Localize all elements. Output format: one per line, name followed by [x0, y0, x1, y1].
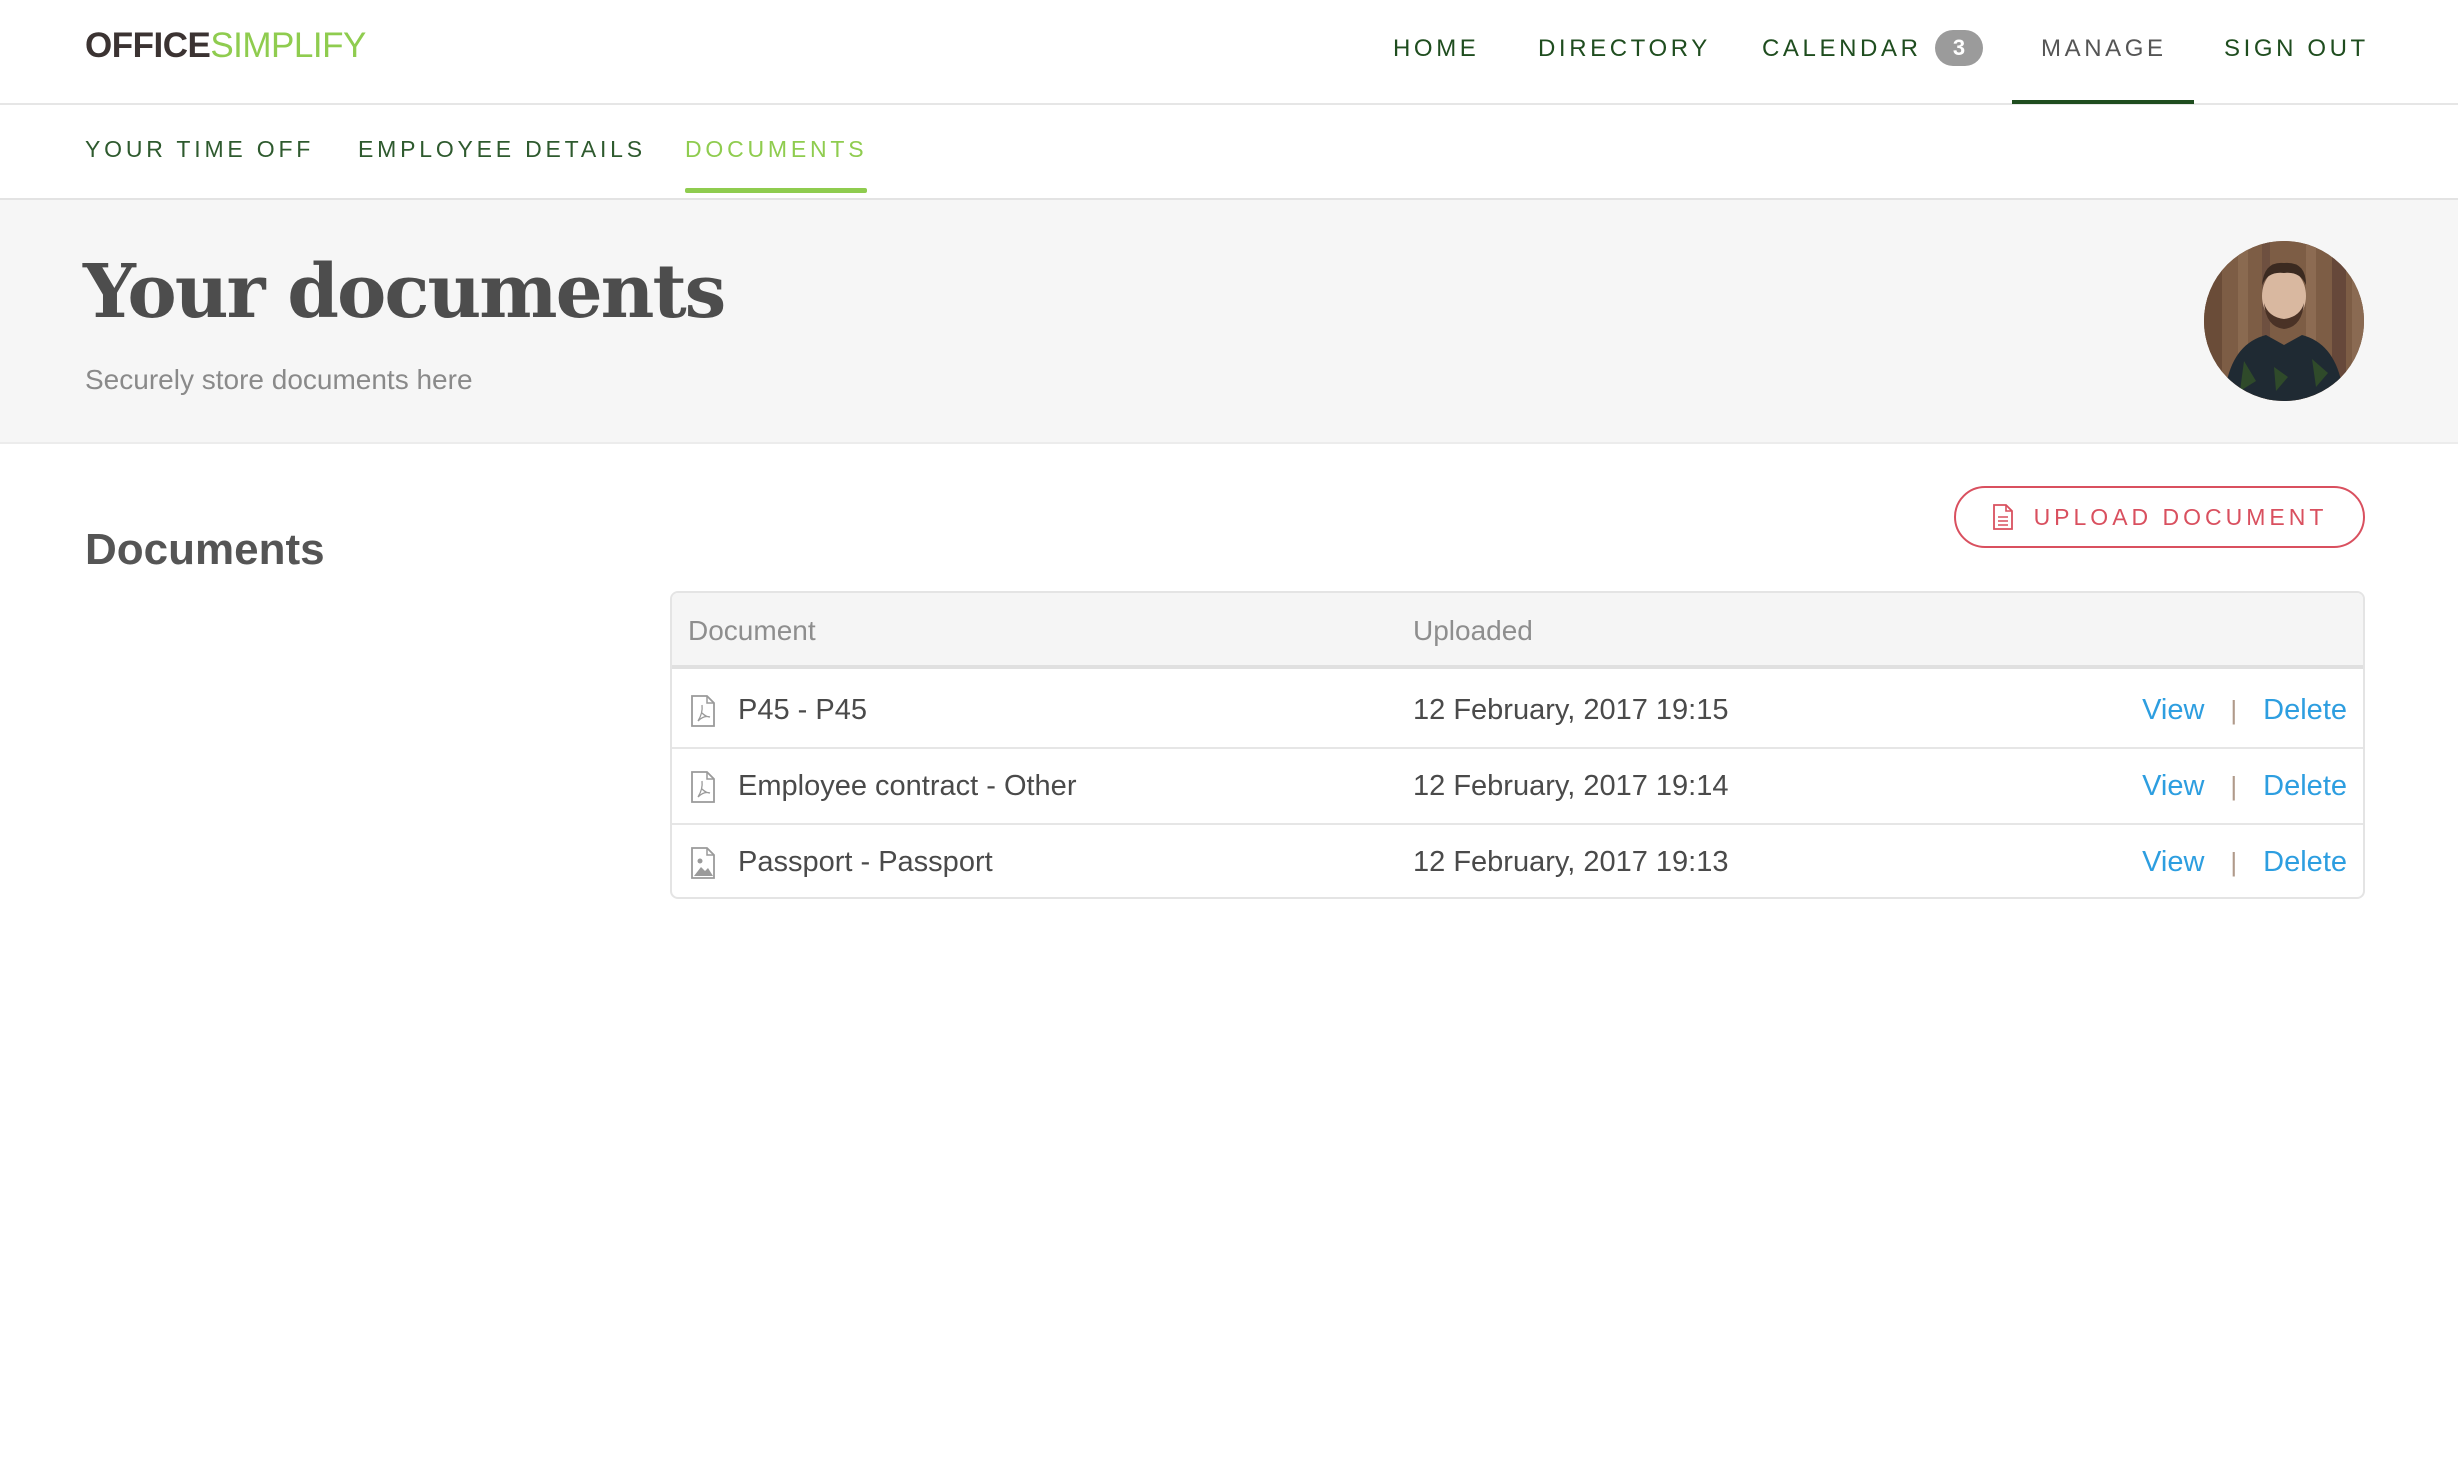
view-link[interactable]: View — [2142, 843, 2204, 881]
row-actions: View | Delete — [2142, 691, 2347, 729]
document-name: P45 - P45 — [738, 694, 867, 726]
upload-document-button[interactable]: UPLOAD DOCUMENT — [1954, 486, 2365, 548]
user-avatar[interactable] — [2204, 241, 2364, 401]
calendar-count-badge: 3 — [1935, 30, 1983, 66]
document-name: Employee contract - Other — [738, 770, 1077, 802]
action-separator: | — [2230, 695, 2238, 725]
tab-your-time-off[interactable]: YOUR TIME OFF — [85, 135, 314, 163]
image-file-icon — [691, 847, 715, 879]
column-header-document: Document — [688, 615, 816, 646]
logo-part-simplify: SIMPLIFY — [210, 26, 366, 65]
section-title: Documents — [85, 525, 325, 574]
document-uploaded-date: 12 February, 2017 19:13 — [1413, 846, 1729, 878]
user-avatar-photo-icon — [2204, 241, 2364, 401]
row-actions: View | Delete — [2142, 843, 2347, 881]
action-separator: | — [2230, 847, 2238, 877]
page-title: Your documents — [83, 249, 726, 335]
column-header-uploaded: Uploaded — [1413, 615, 1533, 646]
document-uploaded-date: 12 February, 2017 19:15 — [1413, 694, 1729, 726]
view-link[interactable]: View — [2142, 767, 2204, 805]
top-navigation: OFFICESIMPLIFY HOME DIRECTORY CALENDAR 3… — [0, 0, 2458, 105]
delete-link[interactable]: Delete — [2263, 843, 2347, 881]
document-icon — [1992, 504, 2013, 530]
document-name: Passport - Passport — [738, 846, 993, 878]
nav-calendar[interactable]: CALENDAR — [1762, 34, 1922, 64]
delete-link[interactable]: Delete — [2263, 691, 2347, 729]
upload-document-label: UPLOAD DOCUMENT — [2033, 503, 2328, 530]
view-link[interactable]: View — [2142, 691, 2204, 729]
pdf-file-icon — [691, 695, 715, 727]
sub-navigation: YOUR TIME OFF EMPLOYEE DETAILS DOCUMENTS — [0, 105, 2458, 200]
logo-part-office: OFFICE — [85, 26, 211, 65]
logo[interactable]: OFFICESIMPLIFY — [85, 26, 366, 66]
nav-manage[interactable]: MANAGE — [2041, 34, 2167, 64]
document-uploaded-date: 12 February, 2017 19:14 — [1413, 770, 1729, 802]
page-header: Your documents Securely store documents … — [0, 200, 2458, 444]
nav-home[interactable]: HOME — [1393, 34, 1479, 64]
nav-directory[interactable]: DIRECTORY — [1538, 34, 1711, 64]
nav-sign-out[interactable]: SIGN OUT — [2224, 34, 2369, 64]
nav-active-indicator — [2012, 100, 2194, 104]
table-row: P45 - P45 12 February, 2017 19:15 View |… — [672, 673, 2363, 749]
table-row: Passport - Passport 12 February, 2017 19… — [672, 825, 2363, 897]
pdf-file-icon — [691, 771, 715, 803]
tab-documents[interactable]: DOCUMENTS — [685, 135, 867, 163]
delete-link[interactable]: Delete — [2263, 767, 2347, 805]
row-actions: View | Delete — [2142, 767, 2347, 805]
page-subtitle: Securely store documents here — [85, 364, 473, 395]
action-separator: | — [2230, 771, 2238, 801]
table-row: Employee contract - Other 12 February, 2… — [672, 749, 2363, 825]
tab-employee-details[interactable]: EMPLOYEE DETAILS — [358, 135, 646, 163]
documents-table: Document Uploaded P45 - P45 12 February,… — [670, 591, 2365, 899]
tab-active-indicator — [685, 188, 867, 193]
table-header: Document Uploaded — [672, 593, 2363, 669]
